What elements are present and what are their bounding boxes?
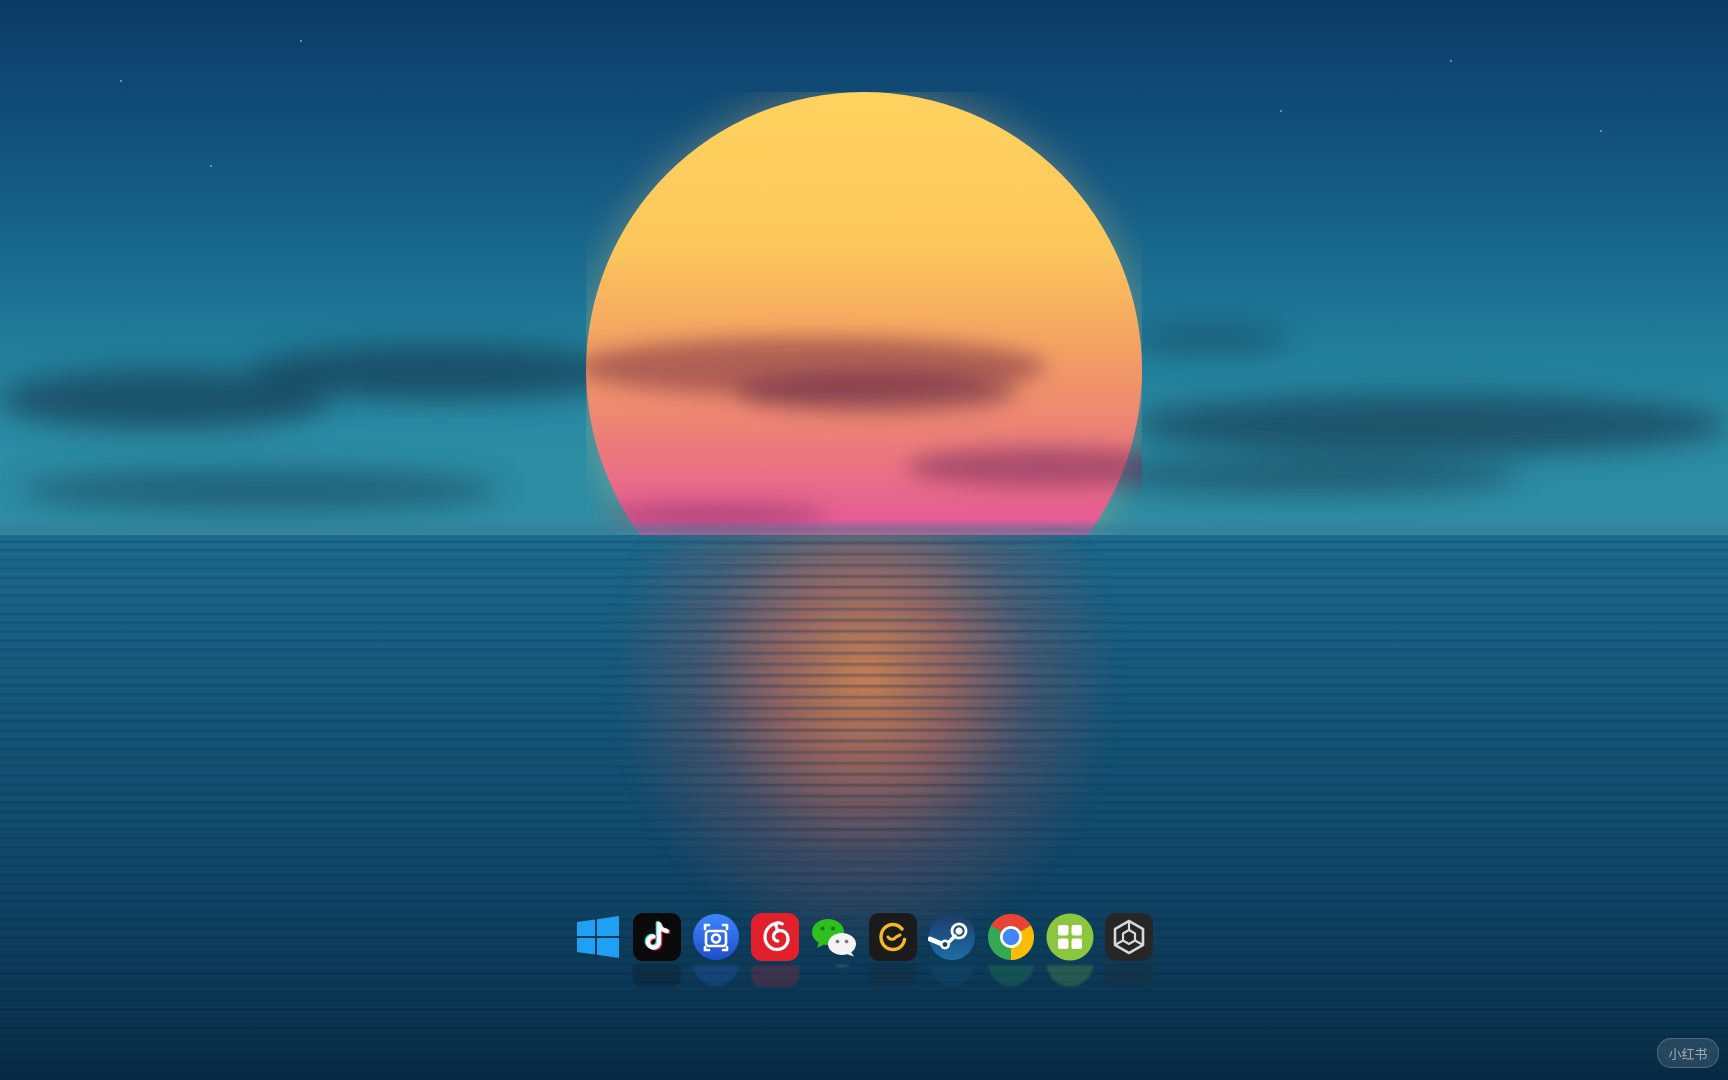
icon-reflection	[1046, 965, 1094, 987]
dock-item-steam[interactable]	[928, 913, 976, 986]
star	[1600, 130, 1602, 132]
sun-cloud-band	[736, 372, 1016, 412]
icon-reflection	[1105, 965, 1153, 987]
g-logo-icon	[869, 913, 917, 961]
netease-music-icon	[751, 913, 799, 961]
dock	[574, 913, 1153, 987]
cloud	[250, 345, 630, 400]
star	[120, 80, 122, 82]
wallpaper-sun	[586, 92, 1142, 535]
dock-item-chrome[interactable]	[987, 913, 1035, 986]
dock-item-wechat[interactable]	[810, 913, 858, 967]
unity-icon	[1105, 913, 1153, 961]
desktop: 小红书	[0, 0, 1728, 1080]
cloud	[1130, 325, 1290, 353]
icon-reflection	[869, 965, 917, 987]
icon-reflection	[751, 965, 799, 987]
steam-icon	[928, 914, 975, 960]
watermark-badge: 小红书	[1657, 1038, 1719, 1068]
icon-reflection	[574, 965, 622, 987]
dock-item-app-grid[interactable]	[1046, 913, 1094, 987]
chrome-icon	[988, 914, 1034, 960]
cloud	[20, 470, 500, 510]
icon-reflection	[810, 965, 858, 987]
four-squares-icon	[1046, 913, 1094, 961]
tiktok-icon	[633, 913, 681, 961]
star	[300, 40, 302, 42]
dock-item-screenshot-tool[interactable]	[692, 913, 740, 986]
cloud	[1100, 455, 1520, 495]
star	[1450, 60, 1452, 62]
dock-item-windows-start[interactable]	[574, 913, 622, 961]
dock-item-netease-cloud-music[interactable]	[751, 913, 799, 987]
icon-reflection	[692, 965, 740, 987]
star	[210, 165, 212, 167]
cloud	[1130, 395, 1728, 455]
wechat-icon	[812, 919, 856, 957]
dock-item-unity[interactable]	[1105, 913, 1153, 987]
star	[1280, 110, 1282, 112]
windows-logo-icon	[577, 916, 619, 958]
icon-reflection	[987, 965, 1035, 987]
icon-reflection	[928, 965, 976, 987]
dock-item-tiktok[interactable]	[633, 913, 681, 987]
screenshot-tool-icon	[693, 914, 739, 960]
icon-reflection	[633, 965, 681, 987]
dock-item-app-g[interactable]	[869, 913, 917, 987]
